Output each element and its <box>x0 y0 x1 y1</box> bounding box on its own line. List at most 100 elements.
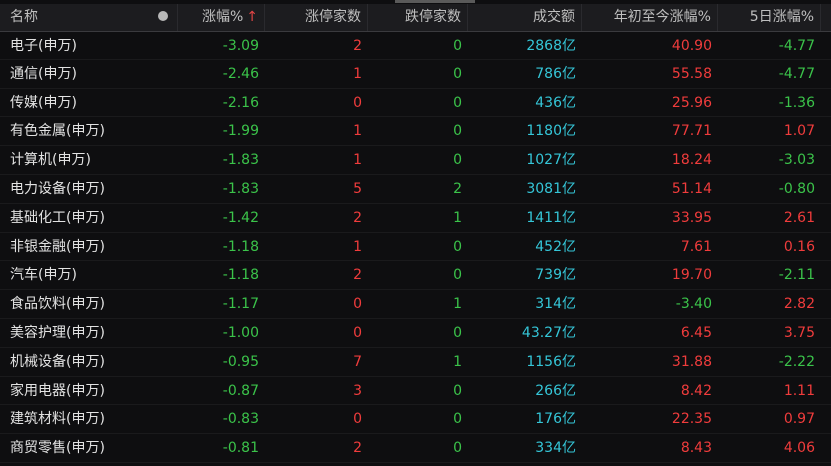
row-five-day[interactable]: -3.03 <box>718 146 821 175</box>
row-spacer[interactable] <box>821 89 831 118</box>
row-limit-up[interactable]: 1 <box>265 233 368 262</box>
row-marker[interactable] <box>148 117 178 147</box>
row-limit-up[interactable]: 1 <box>265 146 368 175</box>
row-limit-up[interactable]: 2 <box>265 31 368 60</box>
row-limit-down[interactable]: 1 <box>368 348 468 377</box>
row-turnover[interactable]: 334亿 <box>468 434 582 463</box>
row-change-pct[interactable]: -0.81 <box>178 434 265 463</box>
col-header-change-pct[interactable]: 涨幅% ↑ <box>178 4 265 31</box>
row-spacer[interactable] <box>821 377 831 406</box>
row-ytd[interactable]: 77.71 <box>582 117 718 147</box>
row-ytd[interactable]: 51.14 <box>582 175 718 204</box>
row-marker[interactable] <box>148 31 178 60</box>
row-limit-down[interactable]: 0 <box>368 146 468 175</box>
row-limit-down[interactable]: 0 <box>368 89 468 118</box>
row-limit-down[interactable]: 0 <box>368 319 468 348</box>
row-limit-up[interactable]: 1 <box>265 60 368 89</box>
row-name[interactable]: 电力设备(申万) <box>0 175 148 204</box>
row-limit-down[interactable]: 0 <box>368 233 468 262</box>
row-five-day[interactable]: -2.22 <box>718 348 821 377</box>
row-limit-down[interactable]: 0 <box>368 405 468 435</box>
row-change-pct[interactable]: -2.46 <box>178 60 265 89</box>
row-five-day[interactable]: 0.16 <box>718 233 821 262</box>
row-spacer[interactable] <box>821 146 831 175</box>
col-header-ytd[interactable]: 年初至今涨幅% <box>582 4 718 31</box>
row-ytd[interactable]: -3.40 <box>582 290 718 319</box>
row-name[interactable]: 计算机(申万) <box>0 146 148 175</box>
row-marker[interactable] <box>148 261 178 291</box>
row-ytd[interactable]: 18.24 <box>582 146 718 175</box>
row-turnover[interactable]: 1180亿 <box>468 117 582 147</box>
row-spacer[interactable] <box>821 117 831 147</box>
row-five-day[interactable]: 3.75 <box>718 319 821 348</box>
row-ytd[interactable]: 33.95 <box>582 204 718 233</box>
row-limit-up[interactable]: 1 <box>265 117 368 147</box>
row-ytd[interactable]: 40.90 <box>582 31 718 60</box>
row-name[interactable]: 家用电器(申万) <box>0 377 148 406</box>
row-turnover[interactable]: 1027亿 <box>468 146 582 175</box>
row-limit-up[interactable]: 0 <box>265 319 368 348</box>
row-ytd[interactable]: 19.70 <box>582 261 718 291</box>
row-five-day[interactable]: 2.61 <box>718 204 821 233</box>
col-header-name[interactable]: 名称 <box>0 4 148 31</box>
row-ytd[interactable]: 22.35 <box>582 405 718 435</box>
row-limit-down[interactable]: 1 <box>368 204 468 233</box>
row-change-pct[interactable]: -1.17 <box>178 290 265 319</box>
row-change-pct[interactable]: -0.83 <box>178 405 265 435</box>
row-change-pct[interactable]: -1.18 <box>178 261 265 291</box>
row-name[interactable]: 商贸零售(申万) <box>0 434 148 463</box>
row-marker[interactable] <box>148 377 178 406</box>
row-limit-down[interactable]: 0 <box>368 31 468 60</box>
row-five-day[interactable]: 1.11 <box>718 377 821 406</box>
col-header-five-day[interactable]: 5日涨幅% <box>718 4 821 31</box>
row-spacer[interactable] <box>821 60 831 89</box>
row-name[interactable]: 建筑材料(申万) <box>0 405 148 435</box>
row-limit-up[interactable]: 2 <box>265 204 368 233</box>
row-marker[interactable] <box>148 405 178 435</box>
row-marker[interactable] <box>148 204 178 233</box>
row-turnover[interactable]: 436亿 <box>468 89 582 118</box>
row-ytd[interactable]: 25.96 <box>582 89 718 118</box>
row-spacer[interactable] <box>821 348 831 377</box>
row-turnover[interactable]: 43.27亿 <box>468 319 582 348</box>
row-name[interactable]: 基础化工(申万) <box>0 204 148 233</box>
row-limit-down[interactable]: 1 <box>368 290 468 319</box>
row-five-day[interactable]: -4.77 <box>718 60 821 89</box>
row-name[interactable]: 机械设备(申万) <box>0 348 148 377</box>
row-marker[interactable] <box>148 89 178 118</box>
row-turnover[interactable]: 266亿 <box>468 377 582 406</box>
row-change-pct[interactable]: -0.95 <box>178 348 265 377</box>
row-limit-up[interactable]: 3 <box>265 377 368 406</box>
row-turnover[interactable]: 176亿 <box>468 405 582 435</box>
col-header-marker[interactable] <box>148 4 178 31</box>
row-name[interactable]: 汽车(申万) <box>0 261 148 291</box>
row-limit-up[interactable]: 0 <box>265 290 368 319</box>
row-limit-up[interactable]: 7 <box>265 348 368 377</box>
row-turnover[interactable]: 786亿 <box>468 60 582 89</box>
row-ytd[interactable]: 31.88 <box>582 348 718 377</box>
row-spacer[interactable] <box>821 31 831 60</box>
row-turnover[interactable]: 1156亿 <box>468 348 582 377</box>
row-change-pct[interactable]: -1.18 <box>178 233 265 262</box>
row-name[interactable]: 通信(申万) <box>0 60 148 89</box>
row-name[interactable]: 有色金属(申万) <box>0 117 148 147</box>
row-spacer[interactable] <box>821 405 831 435</box>
row-limit-up[interactable]: 5 <box>265 175 368 204</box>
row-limit-down[interactable]: 0 <box>368 117 468 147</box>
row-turnover[interactable]: 739亿 <box>468 261 582 291</box>
row-five-day[interactable]: 1.07 <box>718 117 821 147</box>
row-limit-up[interactable]: 0 <box>265 405 368 435</box>
row-spacer[interactable] <box>821 261 831 291</box>
row-spacer[interactable] <box>821 290 831 319</box>
row-change-pct[interactable]: -1.00 <box>178 319 265 348</box>
row-five-day[interactable]: 4.06 <box>718 434 821 463</box>
row-limit-down[interactable]: 2 <box>368 175 468 204</box>
row-spacer[interactable] <box>821 233 831 262</box>
row-change-pct[interactable]: -2.16 <box>178 89 265 118</box>
row-name[interactable]: 电子(申万) <box>0 31 148 60</box>
row-change-pct[interactable]: -0.87 <box>178 377 265 406</box>
row-change-pct[interactable]: -1.83 <box>178 175 265 204</box>
row-ytd[interactable]: 6.45 <box>582 319 718 348</box>
row-marker[interactable] <box>148 319 178 348</box>
row-turnover[interactable]: 1411亿 <box>468 204 582 233</box>
